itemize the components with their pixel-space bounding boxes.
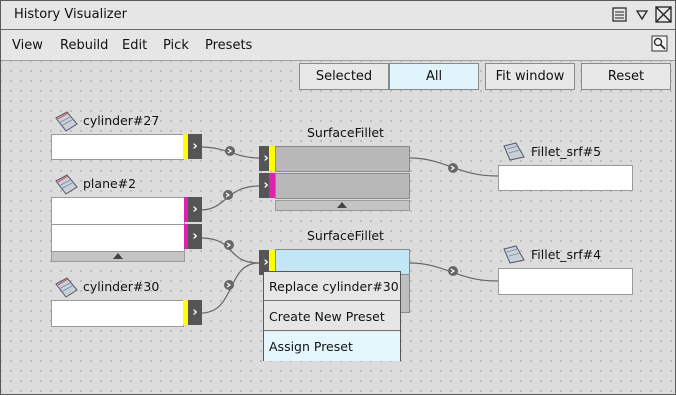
output-arrow-icon[interactable]: › <box>188 224 202 249</box>
menu-item-create-new-preset[interactable]: Create New Preset <box>264 302 400 331</box>
node-label-cylinder30: cylinder#30 <box>83 279 160 294</box>
node-label-plane2: plane#2 <box>83 176 137 191</box>
node-label-surfacefillet-1: SurfaceFillet <box>307 125 384 140</box>
history-visualizer-window: History Visualizer View Rebuild Edit Pic… <box>0 0 676 395</box>
surface-icon <box>503 142 525 161</box>
node-plane2-slot1[interactable] <box>51 197 185 225</box>
surfacefillet-1-input-2[interactable] <box>275 173 410 199</box>
node-label-fillet-srf-4: Fillet_srf#4 <box>531 247 602 262</box>
node-fillet-srf-4[interactable] <box>498 268 633 295</box>
output-arrow-icon[interactable]: › <box>188 300 202 325</box>
node-label-cylinder27: cylinder#27 <box>83 113 160 128</box>
expand-up-icon[interactable] <box>113 253 123 259</box>
node-label-fillet-srf-5: Fillet_srf#5 <box>531 144 602 159</box>
menu-item-replace[interactable]: Replace cylinder#30 <box>264 272 400 301</box>
expand-up-icon[interactable] <box>337 202 347 208</box>
node-cylinder27[interactable] <box>51 134 184 160</box>
context-menu: Replace cylinder#30 Create New Preset As… <box>263 271 401 361</box>
node-fillet-srf-5[interactable] <box>498 165 633 191</box>
surface-icon <box>55 277 78 298</box>
surface-icon <box>503 245 525 264</box>
node-cylinder30[interactable] <box>51 300 184 327</box>
surface-icon <box>55 111 78 132</box>
menu-item-assign-preset[interactable]: Assign Preset <box>264 332 400 361</box>
node-plane2-slot2[interactable] <box>51 224 185 252</box>
surface-icon <box>55 174 78 195</box>
node-label-surfacefillet-2: SurfaceFillet <box>307 228 384 243</box>
output-arrow-icon[interactable]: › <box>188 197 202 222</box>
surfacefillet-1-input-1[interactable] <box>275 146 410 172</box>
output-arrow-icon[interactable]: › <box>188 134 202 159</box>
